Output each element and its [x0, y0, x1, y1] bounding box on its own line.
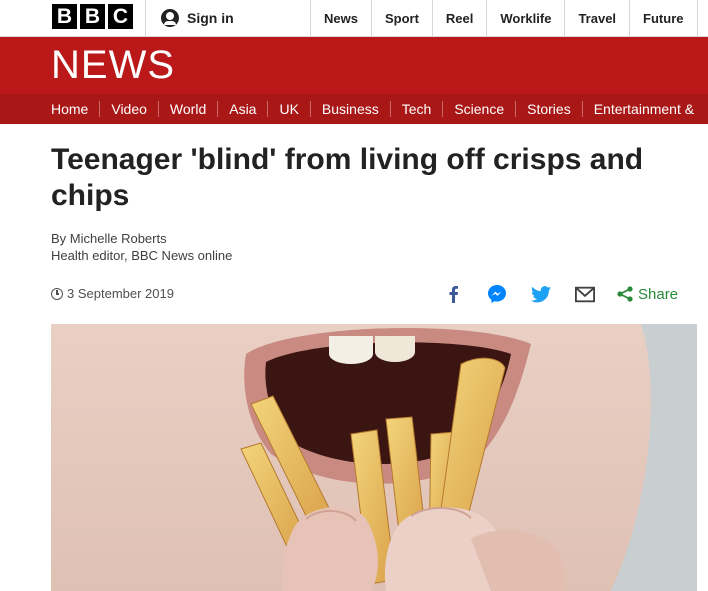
- secnav-world[interactable]: World: [159, 101, 219, 117]
- secnav-business[interactable]: Business: [311, 101, 391, 117]
- article-photo: [51, 324, 697, 591]
- article-headline: Teenager 'blind' from living off crisps …: [51, 143, 644, 212]
- author-role: Health editor, BBC News online: [51, 248, 233, 263]
- secnav-stories[interactable]: Stories: [516, 101, 583, 117]
- top-nav: News Sport Reel Worklife Travel Future M: [310, 0, 708, 36]
- topnav-worklife[interactable]: Worklife: [486, 0, 564, 36]
- secnav-tech[interactable]: Tech: [391, 101, 444, 117]
- author-name: By Michelle Roberts: [51, 231, 167, 246]
- topnav-future[interactable]: Future: [629, 0, 696, 36]
- share-label: Share: [638, 285, 679, 303]
- article-date: 3 September 2019: [51, 286, 174, 301]
- email-icon[interactable]: [575, 284, 595, 304]
- share-icon: [617, 286, 633, 302]
- secnav-uk[interactable]: UK: [268, 101, 311, 117]
- byline: By Michelle Roberts Health editor, BBC N…: [51, 230, 232, 264]
- twitter-icon[interactable]: [531, 284, 551, 304]
- clock-icon: [51, 287, 63, 300]
- secnav-science[interactable]: Science: [443, 101, 517, 117]
- topnav-reel[interactable]: Reel: [431, 0, 486, 36]
- sign-in-label: Sign in: [187, 10, 234, 26]
- topnav-sport[interactable]: Sport: [370, 0, 432, 36]
- messenger-icon[interactable]: [487, 284, 507, 304]
- sign-in-button[interactable]: Sign in: [145, 0, 234, 36]
- secnav-video[interactable]: Video: [100, 101, 159, 117]
- logo-letter-b1: B: [52, 4, 77, 29]
- logo-letter-b2: B: [80, 4, 105, 29]
- secnav-entertainment[interactable]: Entertainment &: [583, 101, 705, 117]
- article-meta: 3 September 2019 Share: [51, 284, 691, 304]
- share-tools: Share: [443, 284, 678, 304]
- news-title[interactable]: NEWS: [51, 43, 175, 88]
- date-text: 3 September 2019: [67, 286, 174, 301]
- topnav-more[interactable]: M: [696, 0, 708, 36]
- topnav-news[interactable]: News: [310, 0, 371, 36]
- top-bar: B B C Sign in News Sport Reel Worklife T…: [0, 0, 708, 37]
- bbc-logo[interactable]: B B C: [52, 4, 133, 29]
- news-banner: NEWS: [0, 37, 708, 94]
- facebook-icon[interactable]: [443, 284, 463, 304]
- secnav-asia[interactable]: Asia: [218, 101, 269, 117]
- user-icon: [161, 9, 179, 27]
- secnav-home[interactable]: Home: [40, 101, 101, 117]
- logo-letter-c: C: [108, 4, 133, 29]
- topnav-travel[interactable]: Travel: [564, 0, 629, 36]
- share-button[interactable]: Share: [617, 286, 678, 303]
- section-nav: Home Video World Asia UK Business Tech S…: [0, 94, 708, 124]
